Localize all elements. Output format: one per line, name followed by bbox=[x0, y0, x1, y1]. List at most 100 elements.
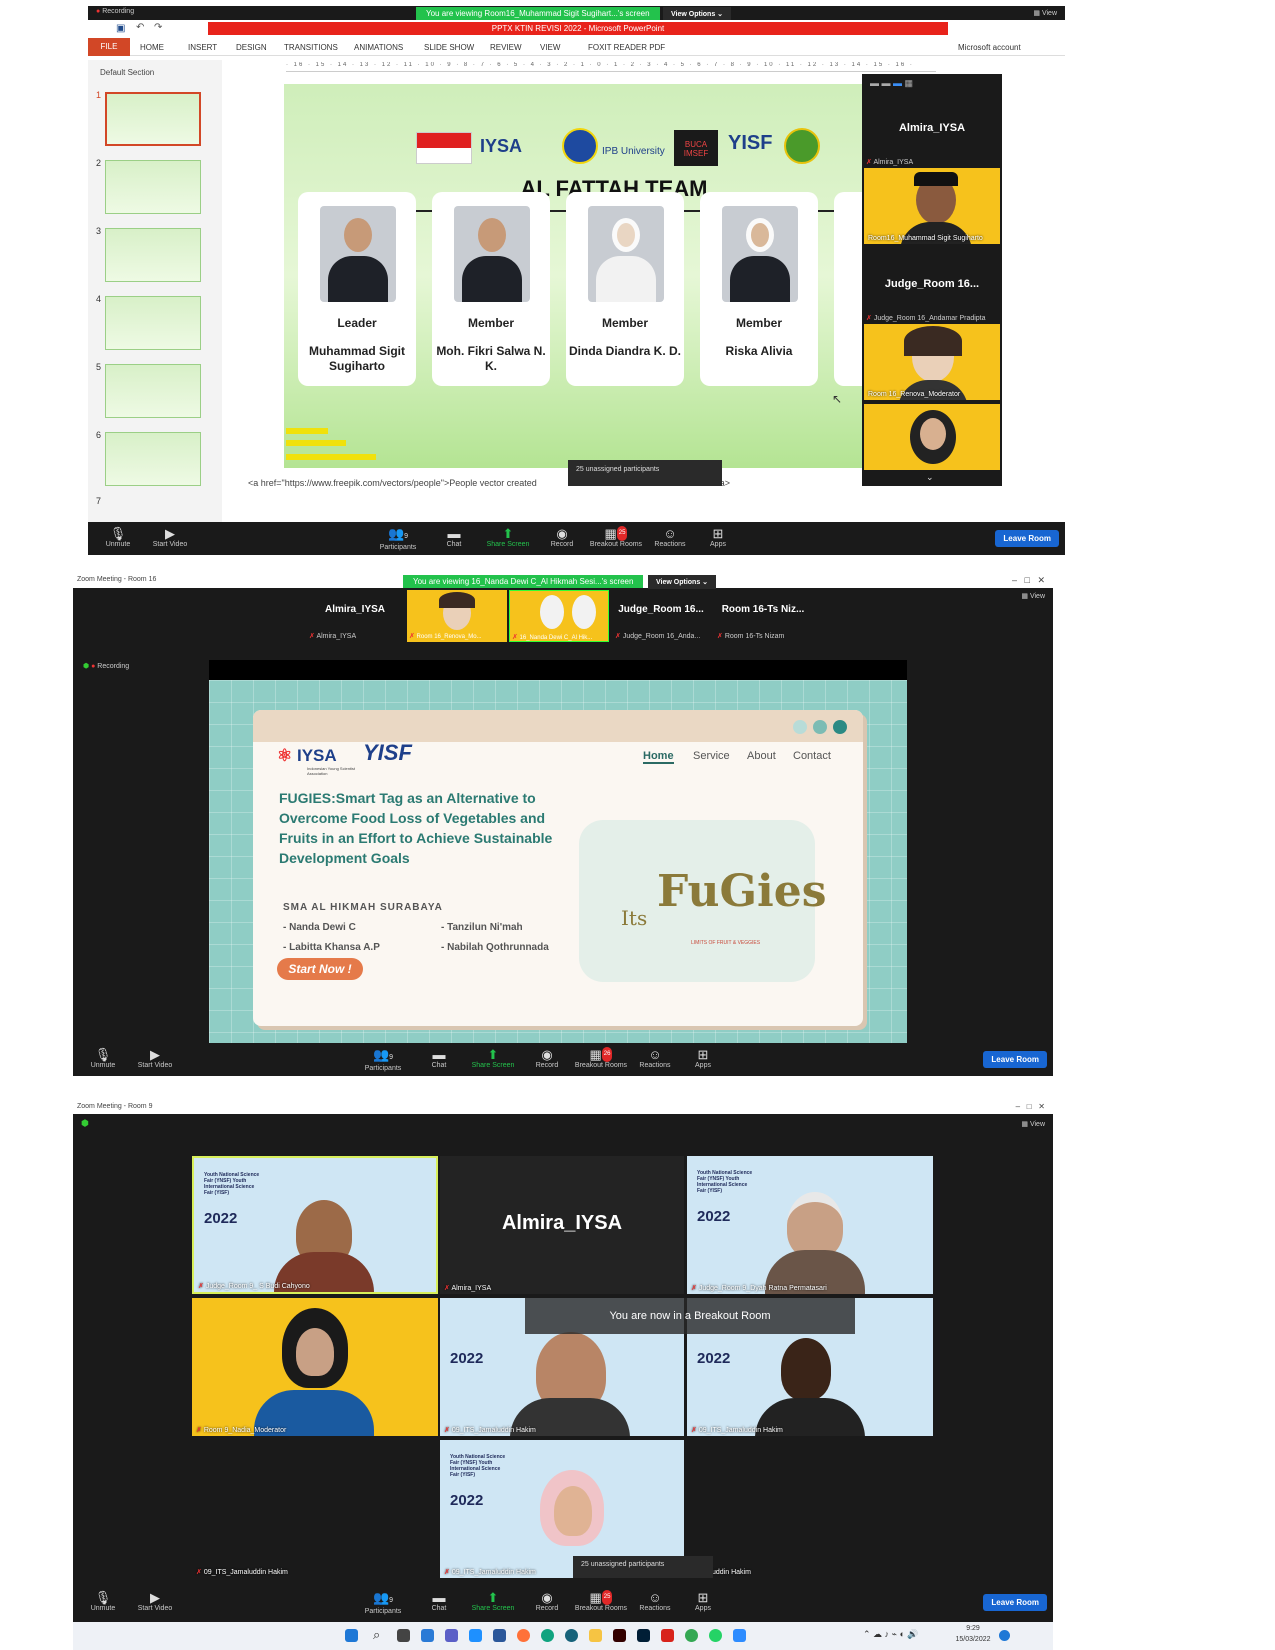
window-controls[interactable]: – □ ✕ bbox=[1012, 575, 1045, 586]
ribbon-home[interactable]: HOME bbox=[140, 43, 164, 52]
ribbon-foxit[interactable]: FOXIT READER PDF bbox=[588, 43, 665, 52]
app-icon[interactable] bbox=[469, 1629, 482, 1642]
view-options-button[interactable]: View Options ⌄ bbox=[648, 575, 717, 589]
account-link[interactable]: Microsoft account bbox=[958, 43, 1021, 52]
record-button[interactable]: ◉ Record bbox=[517, 1590, 577, 1612]
edge-icon[interactable] bbox=[541, 1629, 554, 1642]
chat-icon: ▬ bbox=[432, 1590, 446, 1605]
ribbon-insert[interactable]: INSERT bbox=[188, 43, 217, 52]
apps-button[interactable]: ⊞ Apps bbox=[673, 1590, 733, 1612]
start-now-button[interactable]: Start Now ! bbox=[277, 958, 363, 980]
school-name: SMA AL HIKMAH SURABAYA bbox=[283, 902, 443, 913]
unmute-button[interactable]: 🎙 Unmute bbox=[73, 1047, 133, 1069]
firefox-icon[interactable] bbox=[517, 1629, 530, 1642]
view-button[interactable]: ▦ View bbox=[1021, 592, 1045, 600]
view-button[interactable]: ▦ View bbox=[1033, 9, 1057, 17]
ppt-title-red: PPTX KTIN REVISI 2022 - Microsoft PowerP… bbox=[208, 22, 948, 35]
participants-button[interactable]: 👥9 Participants bbox=[353, 1047, 413, 1072]
video-tile: ✗ Room 9_Nadia_Moderator bbox=[192, 1298, 438, 1436]
clock-time[interactable]: 9:29 bbox=[953, 1625, 993, 1632]
window-controls[interactable]: – □ ✕ bbox=[1016, 1102, 1045, 1111]
record-button[interactable]: ◉ Record bbox=[517, 1047, 577, 1069]
chat-button[interactable]: ▬ Chat bbox=[424, 526, 484, 548]
photoshop-icon[interactable] bbox=[637, 1629, 650, 1642]
slide-thumbnail-4[interactable] bbox=[105, 296, 201, 350]
record-button[interactable]: ◉ Record bbox=[532, 526, 592, 548]
slide-thumbnail-1[interactable] bbox=[105, 92, 201, 146]
participants-icon: 👥9 bbox=[372, 1590, 394, 1605]
share-screen-button[interactable]: ⬆ Share Screen bbox=[478, 526, 538, 548]
ribbon-transitions[interactable]: TRANSITIONS bbox=[284, 43, 338, 52]
breakout-rooms-button[interactable]: ▦ 25 Breakout Rooms bbox=[586, 526, 646, 548]
widgets-icon[interactable] bbox=[421, 1629, 434, 1642]
notification-icon[interactable] bbox=[999, 1630, 1010, 1641]
system-tray-icons[interactable]: ⌃ ☁ ♪ ⌁ ◐ 🔊 bbox=[863, 1629, 919, 1640]
chrome-icon[interactable] bbox=[685, 1629, 698, 1642]
unmute-button[interactable]: 🎙 Unmute bbox=[73, 1590, 133, 1612]
ribbon-animations[interactable]: ANIMATIONS bbox=[354, 43, 403, 52]
slide-thumbnail-3[interactable] bbox=[105, 228, 201, 282]
unmute-button[interactable]: 🎙 Unmute bbox=[88, 526, 148, 548]
ribbon-review[interactable]: REVIEW bbox=[490, 43, 522, 52]
gallery-view-icons[interactable]: ▬ ▬ ▬ ▦ bbox=[870, 78, 913, 89]
start-video-button[interactable]: ▶ Start Video bbox=[125, 1047, 185, 1069]
ribbon-slideshow[interactable]: SLIDE SHOW bbox=[424, 43, 474, 52]
chat-button[interactable]: ▬ Chat bbox=[409, 1590, 469, 1612]
start-video-button[interactable]: ▶ Start Video bbox=[125, 1590, 185, 1612]
nav-about[interactable]: About bbox=[747, 750, 776, 762]
leave-room-button[interactable]: Leave Room bbox=[983, 1051, 1047, 1068]
redo-icon[interactable]: ↷ bbox=[154, 22, 162, 33]
wps-icon[interactable] bbox=[661, 1629, 674, 1642]
chat-button[interactable]: ▬ Chat bbox=[409, 1047, 469, 1069]
share-screen-button[interactable]: ⬆ Share Screen bbox=[463, 1047, 523, 1069]
whatsapp-icon[interactable] bbox=[709, 1629, 722, 1642]
video-off-icon: ▶ bbox=[165, 526, 175, 541]
windows-start-icon[interactable] bbox=[345, 1629, 358, 1642]
illustrator-icon[interactable] bbox=[613, 1629, 626, 1642]
strip-tile-sub: ✗ 16_Nanda Dewi C_Al Hik... bbox=[512, 634, 593, 641]
view-button[interactable]: ▦ View bbox=[1021, 1120, 1045, 1128]
clock-date[interactable]: 15/03/2022 bbox=[953, 1636, 993, 1643]
ribbon-design[interactable]: DESIGN bbox=[236, 43, 267, 52]
slide-thumbnail-5[interactable] bbox=[105, 364, 201, 418]
breakout-rooms-button[interactable]: ▦ 25 Breakout Rooms bbox=[571, 1590, 631, 1612]
nav-contact[interactable]: Contact bbox=[793, 750, 831, 762]
ipb-logo: IPB University bbox=[602, 146, 665, 157]
share-screen-button[interactable]: ⬆ Share Screen bbox=[463, 1590, 523, 1612]
chat-app-icon[interactable] bbox=[445, 1629, 458, 1642]
gallery-tile-sublabel: ✗ Judge_Room 16_Andamar Pradipta bbox=[866, 315, 986, 322]
zoom-icon[interactable] bbox=[733, 1629, 746, 1642]
chevron-down-icon[interactable]: ⌄ bbox=[926, 472, 934, 483]
slide-thumbnail-6[interactable] bbox=[105, 432, 201, 486]
slide-canvas: ⚛ IYSA Indonesian Young Scientist Associ… bbox=[209, 680, 907, 1044]
ribbon-file[interactable]: FILE bbox=[88, 38, 130, 56]
zoom-toolbar: 🎙 Unmute ▶ Start Video 👥9 Participants ▬ Cha… bbox=[73, 1586, 1053, 1619]
participants-button[interactable]: 👥9 Participants bbox=[353, 1590, 413, 1615]
ribbon-view[interactable]: VIEW bbox=[540, 43, 560, 52]
zoom-toolbar: 🎙 Unmute ▶ Start Video 👥9 Participants ▬ Cha… bbox=[88, 522, 1065, 555]
mail-icon[interactable] bbox=[493, 1629, 506, 1642]
apps-button[interactable]: ⊞ Apps bbox=[673, 1047, 733, 1069]
dot-icon bbox=[813, 720, 827, 734]
apps-button[interactable]: ⊞ Apps bbox=[688, 526, 748, 548]
file-explorer-icon[interactable] bbox=[589, 1629, 602, 1642]
view-options-button[interactable]: View Options ⌄ bbox=[663, 7, 732, 21]
start-video-button[interactable]: ▶ Start Video bbox=[140, 526, 200, 548]
slide-thumbnail-2[interactable] bbox=[105, 160, 201, 214]
nav-service[interactable]: Service bbox=[693, 750, 730, 762]
taskview-icon[interactable] bbox=[397, 1629, 410, 1642]
leave-room-button[interactable]: Leave Room bbox=[995, 530, 1059, 547]
mock-window-top bbox=[253, 710, 863, 742]
leave-room-button[interactable]: Leave Room bbox=[983, 1594, 1047, 1611]
participants-button[interactable]: 👥9 Participants bbox=[368, 526, 428, 551]
save-icon[interactable]: ▣ bbox=[116, 23, 125, 34]
undo-icon[interactable]: ↶ bbox=[136, 22, 144, 33]
search-icon[interactable]: ⌕ bbox=[373, 1627, 380, 1643]
horizontal-ruler: · 16 · 15 · 14 · 13 · 12 · 11 · 10 · 9 ·… bbox=[286, 62, 936, 72]
nav-home[interactable]: Home bbox=[643, 750, 674, 764]
share-icon: ⬆ bbox=[502, 526, 514, 541]
breakout-icon: ▦ 26 bbox=[589, 1047, 613, 1062]
app-icon[interactable] bbox=[565, 1629, 578, 1642]
breakout-rooms-button[interactable]: ▦ 26 Breakout Rooms bbox=[571, 1047, 631, 1069]
tile-big-name: Almira_IYSA bbox=[501, 1212, 623, 1234]
